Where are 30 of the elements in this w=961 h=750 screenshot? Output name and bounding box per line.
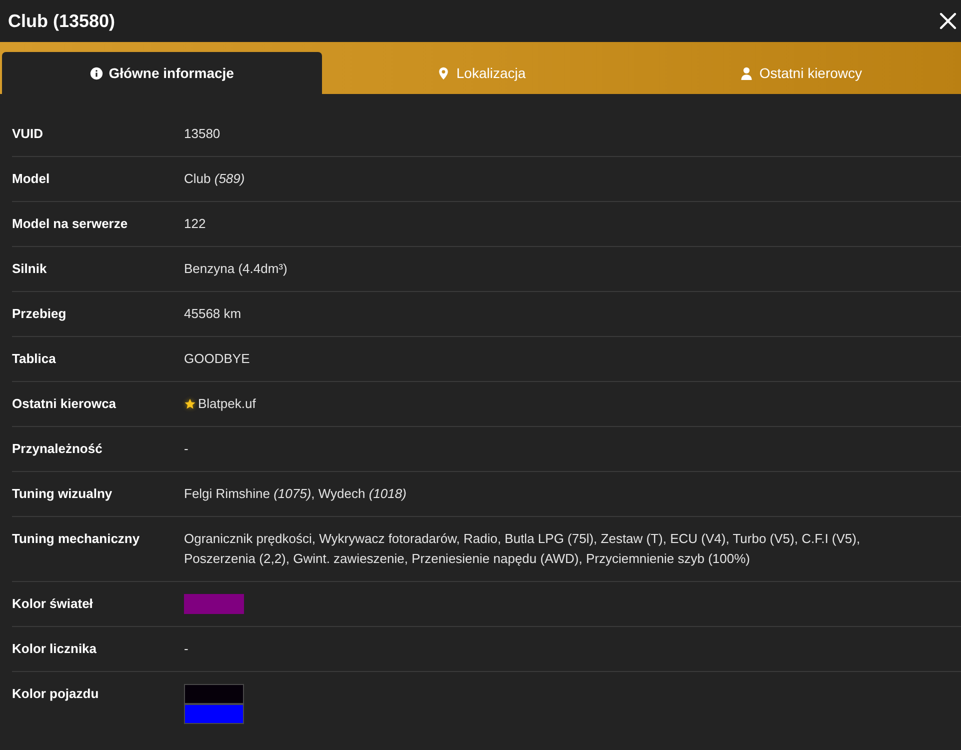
row-label: Tuning wizualny xyxy=(12,485,114,503)
close-icon xyxy=(939,12,957,30)
row-label: Model xyxy=(12,170,51,188)
row-value: 122 xyxy=(184,215,207,233)
row-value: GOODBYE xyxy=(184,350,251,368)
row-value: 45568 km xyxy=(184,305,242,323)
map-pin-icon xyxy=(437,66,450,80)
row-label: Tablica xyxy=(12,350,57,368)
row-label: VUID xyxy=(12,125,44,143)
row-value: - xyxy=(184,640,190,658)
info-icon xyxy=(90,66,103,80)
driver-link[interactable]: Blatpek.uf xyxy=(198,394,256,414)
row-label: Kolor licznika xyxy=(12,640,98,658)
row-label: Kolor świateł xyxy=(12,595,94,613)
tab[interactable]: Główne informacje xyxy=(2,52,322,94)
user-icon xyxy=(740,66,754,80)
row-value: Club (589) xyxy=(184,170,246,188)
row-value: Ogranicznik prędkości, Wykrywacz fotoradarów, Radio, Butla LPG (75l), Zestaw (T), ECU (V4), Turbo (V5), C.F.I (V5), Poszerzenia (2,2), Gwint. zawieszenie, Przeniesienie napędu (AWD), Przyciemnienie szyb (100%) xyxy=(184,530,862,568)
row-label: Silnik xyxy=(12,260,48,278)
row-label: Przynależność xyxy=(12,440,104,458)
row-label: Model na serwerze xyxy=(12,215,129,233)
row-label: Przebieg xyxy=(12,305,68,323)
row-value: Felgi Rimshine (1075), Wydech (1018) xyxy=(184,485,408,503)
row-label: Ostatni kierowca xyxy=(12,395,118,413)
row-value: 13580 xyxy=(184,125,222,143)
row-value: - xyxy=(184,440,190,458)
window-title: Club (13580) xyxy=(8,10,116,32)
row-label: Kolor pojazdu xyxy=(12,685,100,703)
row-value: Benzyna (4.4dm³) xyxy=(184,260,288,278)
row-label: Tuning mechaniczny xyxy=(12,530,141,548)
